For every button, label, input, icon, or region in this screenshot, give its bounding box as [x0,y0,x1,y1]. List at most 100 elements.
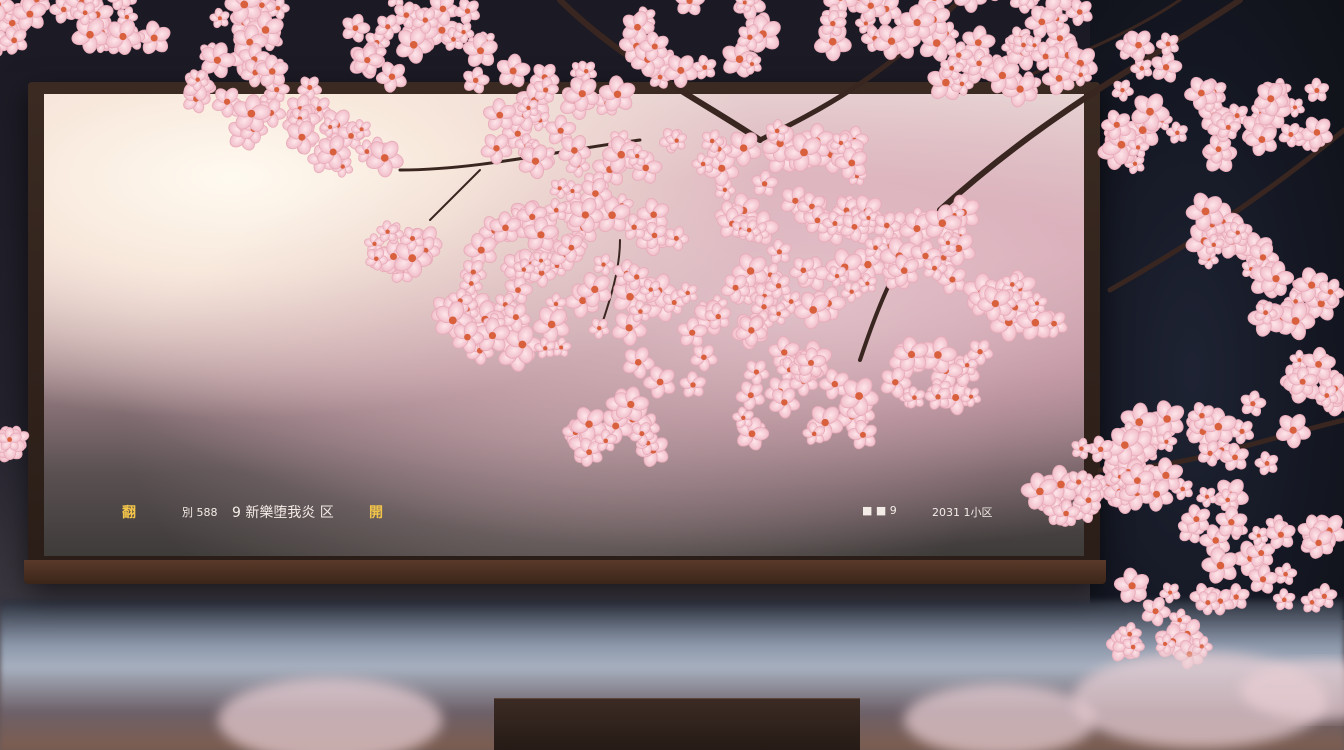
blossom [238,14,258,34]
screen-haze [44,94,1084,556]
blossom [0,26,28,55]
blossom [403,3,431,32]
blossom [1024,35,1046,57]
blossom [248,0,276,20]
blossom [49,0,77,24]
blossom [0,427,22,451]
blossom [246,10,284,48]
caption-left-text-2: 9 新樂堕我炎 区 [232,505,334,521]
blossom [0,45,3,58]
blossom [1052,38,1086,73]
blossom [899,4,935,39]
blossom [965,48,994,77]
blossom [633,6,656,29]
blossom [823,0,858,16]
blossom [1018,0,1041,10]
blossom [233,31,259,58]
blossom [441,26,466,51]
blossom [0,0,17,22]
blossom [1052,0,1091,1]
blossom [117,6,138,28]
blossom [136,20,171,55]
blossom [385,0,406,7]
blossom [1001,36,1022,57]
blossom [0,0,15,22]
blossom [962,25,996,59]
blossom [224,0,263,24]
blossom [8,13,30,36]
blossom [1036,5,1058,28]
blossom [903,5,936,39]
blossom [453,22,475,44]
blossom [1033,5,1055,28]
blossom [229,7,260,38]
blossom [349,42,385,79]
blossom [105,19,142,55]
blossom [72,1,98,26]
caption-left-icon-2: 開 [369,505,383,521]
blossom [466,36,488,58]
blossom [1024,5,1058,39]
blossom [1055,0,1074,6]
blossom [814,24,852,62]
caption-left-text-1: 別 588 [182,506,218,519]
blossom [91,33,111,54]
scene: 翻 別 588 9 新樂堕我炎 区 開 ■ ■ 9 2031 1小区 [0,0,1344,750]
blossom [954,0,988,13]
blossom [935,21,959,46]
blossom [100,23,131,55]
blossom [919,24,957,62]
blossom [735,0,756,13]
blossom [1009,0,1039,14]
blossom [842,0,876,13]
blossom [4,9,26,31]
blossom [0,428,26,460]
blossom [264,58,286,79]
caption-right-text-1: ■ ■ 9 [862,504,897,517]
blossom [885,22,921,59]
blossom [894,12,918,36]
blossom [342,13,371,43]
blossom [873,24,910,60]
blossom [1046,7,1069,30]
blossom [918,0,953,16]
caption-left-icon: 翻 [122,505,136,521]
blossom [111,0,137,10]
blossom [393,1,421,29]
blossom [854,0,886,22]
blossom [1007,26,1032,51]
blossom [365,29,391,56]
blossom [861,25,888,52]
blossom [946,41,973,69]
blossom [1030,41,1060,71]
blossom [988,54,1014,80]
blossom [869,0,902,26]
blossom [65,0,99,19]
blossom [396,26,433,64]
blossom [692,54,717,80]
blossom [851,0,869,4]
blossom [741,53,762,75]
blossom [0,11,3,27]
blossom [242,14,264,36]
television-stand [494,698,860,750]
blossom [83,0,105,8]
television-screen [44,94,1084,556]
blossom [743,14,781,53]
blossom [0,430,24,463]
blossom [639,31,669,62]
blossom [362,41,387,66]
blossom [630,43,665,77]
blossom [238,42,271,75]
blossom [0,8,29,40]
blossom [618,28,654,63]
blossom [20,0,51,15]
blossom [71,17,109,54]
blossom [915,1,951,37]
blossom [412,8,439,34]
blossom [4,425,30,451]
blossom [85,15,121,52]
blossom [0,426,18,454]
blossom [737,24,764,51]
blossom [106,0,131,11]
